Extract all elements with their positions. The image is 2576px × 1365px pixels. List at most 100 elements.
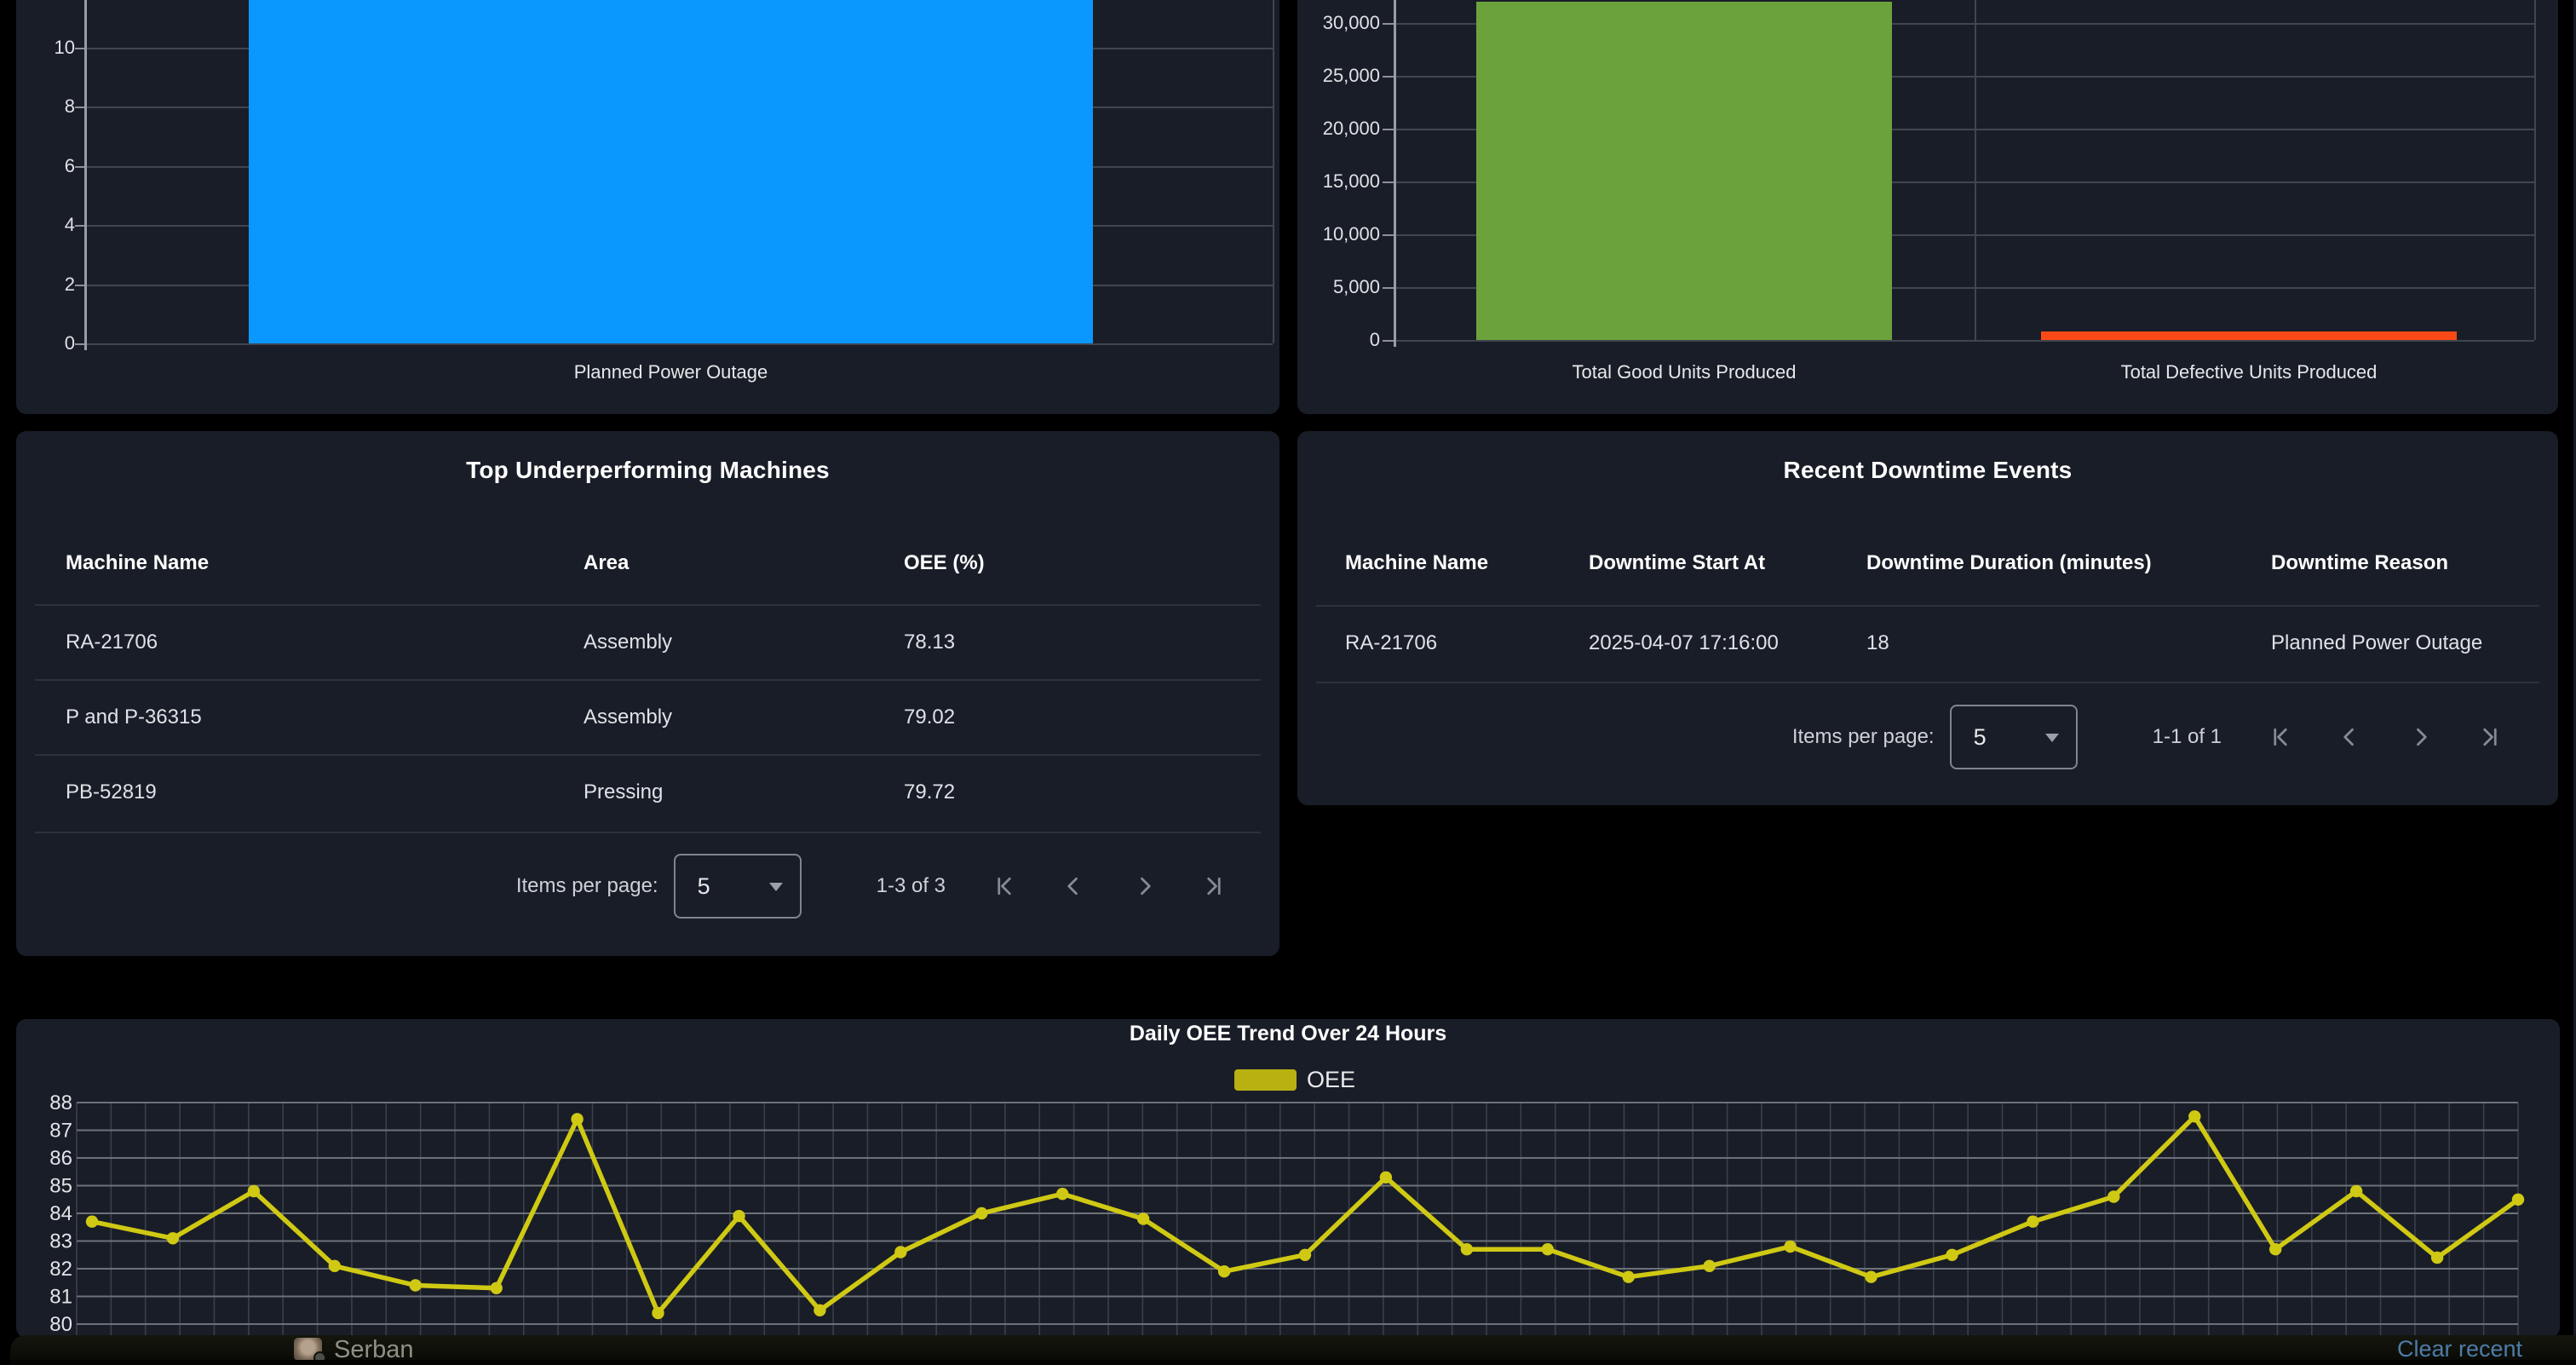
production-units-chart-card: 0 5,000 10,000 15,000 20,000 25,000 30,000 Tota… — [1297, 0, 2558, 414]
data-point — [1542, 1243, 1554, 1255]
oee-dashboard-screen: 0246810Planned Power Outage 05,00010,000… — [0, 0, 2576, 1365]
taskbar: Serban Clear recent — [10, 1335, 2576, 1365]
bar-total-defective-units-produced — [2041, 331, 2457, 340]
y-axis-tick-label: 80 — [49, 1313, 72, 1336]
column-header-oee: OEE (%) — [904, 545, 985, 581]
last-page-button[interactable] — [2477, 724, 2503, 750]
y-axis-line — [1394, 0, 1396, 347]
y-axis-tick-label: 10 — [16, 37, 75, 59]
y-axis-tick-label: 0 — [16, 332, 75, 354]
divider — [35, 679, 1261, 681]
table-row: RA-21706 Assembly 78.13 — [16, 625, 1279, 660]
data-point — [1865, 1271, 1877, 1283]
divider — [1316, 682, 2539, 683]
items-per-page-label: Items per page: — [1792, 725, 1935, 749]
area-cell: Assembly — [584, 625, 672, 660]
data-point — [1218, 1265, 1230, 1277]
data-point — [1946, 1249, 1958, 1261]
x-axis-category-label: Planned Power Outage — [574, 361, 768, 383]
clear-recent-button[interactable]: Clear recent — [2397, 1335, 2522, 1362]
items-per-page-select[interactable]: 5 — [674, 854, 802, 919]
oee-trend-chart-card: Daily OEE Trend Over 24 Hours OEE 808182… — [16, 1019, 2560, 1338]
divider — [1316, 605, 2539, 607]
data-point — [2188, 1110, 2200, 1122]
taskbar-bottom-strip — [10, 1360, 2576, 1365]
data-point — [2512, 1194, 2524, 1206]
area-cell: Pressing — [584, 775, 663, 810]
items-per-page-value: 5 — [698, 855, 710, 917]
next-page-button[interactable] — [2407, 724, 2433, 750]
first-page-button[interactable] — [2268, 724, 2293, 750]
data-point — [1461, 1243, 1473, 1255]
data-point — [571, 1113, 583, 1125]
data-point — [2350, 1185, 2362, 1197]
next-page-button[interactable] — [1131, 873, 1157, 899]
x-axis-category-label: Total Good Units Produced — [1573, 361, 1797, 383]
paginator: Items per page: 5 1-3 of 3 — [516, 854, 1227, 919]
y-axis-tick-label: 20,000 — [1297, 118, 1380, 140]
data-point — [167, 1232, 179, 1244]
x-axis-category-label: Total Defective Units Produced — [2121, 361, 2378, 383]
items-per-page-label: Items per page: — [516, 874, 658, 898]
y-axis-tick-label: 83 — [49, 1230, 72, 1253]
y-axis-tick-label: 6 — [16, 155, 75, 177]
data-point — [410, 1279, 422, 1291]
downtime-duration-cell: 18 — [1866, 625, 1889, 661]
column-header-machine-name: Machine Name — [1345, 545, 1488, 581]
data-point — [86, 1216, 98, 1228]
data-point — [491, 1282, 503, 1294]
last-page-button[interactable] — [1201, 873, 1227, 899]
divider — [35, 832, 1261, 833]
y-axis-tick-label: 0 — [1297, 329, 1380, 351]
top-underperforming-machines-card: Top Underperforming Machines Machine Nam… — [16, 431, 1279, 956]
last-page-icon — [2477, 724, 2503, 750]
items-per-page-select[interactable]: 5 — [1950, 705, 2078, 769]
y-axis-tick-label: 82 — [49, 1258, 72, 1281]
first-page-icon — [2268, 724, 2293, 750]
last-page-icon — [1201, 873, 1227, 899]
y-axis-tick-label: 30,000 — [1297, 12, 1380, 34]
data-point — [1784, 1241, 1796, 1253]
data-point — [2431, 1252, 2443, 1264]
y-axis-tick-label: 5,000 — [1297, 276, 1380, 298]
downtime-reason-cell: Planned Power Outage — [2271, 625, 2482, 661]
column-header-area: Area — [584, 545, 629, 581]
y-axis-tick-label: 8 — [16, 95, 75, 118]
data-point — [1380, 1172, 1392, 1184]
data-point — [2027, 1216, 2038, 1228]
first-page-button[interactable] — [992, 873, 1017, 899]
previous-page-button[interactable] — [2337, 724, 2363, 750]
column-header-downtime-reason: Downtime Reason — [2271, 545, 2448, 581]
data-point — [814, 1305, 825, 1316]
table-header-row: Machine Name Area OEE (%) — [16, 545, 1279, 581]
column-header-machine-name: Machine Name — [66, 545, 209, 581]
bar-planned-power-outage — [249, 0, 1093, 343]
y-axis-tick-label: 10,000 — [1297, 223, 1380, 245]
previous-page-icon — [1061, 873, 1087, 899]
machine-name-cell: RA-21706 — [1345, 625, 1437, 661]
dropdown-caret-icon — [2045, 734, 2059, 742]
y-axis-tick-label: 86 — [49, 1147, 72, 1170]
data-point — [329, 1260, 341, 1272]
data-point — [1704, 1260, 1716, 1272]
table-row: PB-52819 Pressing 79.72 — [16, 775, 1279, 810]
oee-cell: 79.02 — [904, 700, 955, 735]
y-axis-tick-label: 25,000 — [1297, 65, 1380, 87]
machine-name-cell: RA-21706 — [66, 625, 158, 660]
oee-cell: 78.13 — [904, 625, 955, 660]
data-point — [733, 1210, 745, 1222]
y-axis-tick-label: 15,000 — [1297, 170, 1380, 193]
area-cell: Assembly — [584, 700, 672, 735]
previous-page-button[interactable] — [1061, 873, 1087, 899]
avatar[interactable] — [294, 1338, 322, 1361]
y-axis-tick-label: 84 — [49, 1202, 72, 1225]
table-header-row: Machine Name Downtime Start At Downtime … — [1297, 545, 2558, 581]
data-point — [1623, 1271, 1635, 1283]
oee-trend-svg: 808182838485868788 — [16, 1019, 2560, 1338]
data-point — [894, 1246, 906, 1258]
dropdown-caret-icon — [769, 883, 783, 891]
card-title: Top Underperforming Machines — [16, 457, 1279, 484]
items-per-page-value: 5 — [1974, 706, 1987, 768]
card-title: Recent Downtime Events — [1297, 457, 2558, 484]
data-point — [1299, 1249, 1311, 1261]
